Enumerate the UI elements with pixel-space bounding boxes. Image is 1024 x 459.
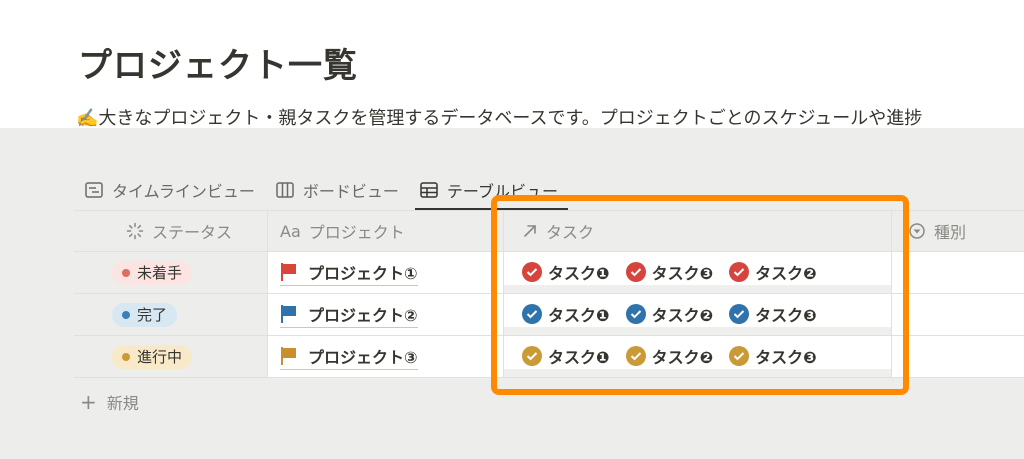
table-row[interactable]: 完了 プロジェクト② タスク❶ タスク❷ タスク❸ (74, 294, 1024, 336)
tab-table-view[interactable]: テーブルビュー (414, 172, 569, 210)
status-cell[interactable]: 完了 (74, 294, 268, 335)
task-link[interactable]: タスク❸ (729, 302, 817, 328)
row-shade (504, 327, 891, 335)
table-icon (419, 180, 439, 200)
table-row[interactable]: 未着手 プロジェクト① タスク❶ タスク❸ タスク❷ (74, 252, 1024, 294)
table-header-row: ステータス Aa プロジェクト タスク 種別 (74, 210, 1024, 252)
task-name: タスク❶ (548, 263, 610, 283)
kind-cell[interactable] (892, 336, 1024, 377)
status-badge: 進行中 (112, 344, 193, 369)
task-link[interactable]: タスク❶ (522, 344, 610, 370)
check-icon (522, 303, 542, 324)
view-tabs: タイムラインビュー ボードビュー テーブルビュー (80, 172, 574, 210)
tab-label: タイムラインビュー (112, 182, 255, 201)
project-link[interactable]: プロジェクト② (280, 302, 418, 328)
task-cell[interactable]: タスク❶ タスク❷ タスク❸ (504, 294, 892, 335)
column-label: タスク (546, 223, 595, 242)
kind-cell[interactable] (892, 294, 1024, 335)
task-link[interactable]: タスク❸ (729, 344, 817, 370)
column-label: 種別 (934, 223, 967, 242)
page-header: プロジェクト一覧 ✍️大きなプロジェクト・親タスクを管理するデータベースです。プ… (0, 0, 1024, 129)
project-name: プロジェクト① (308, 263, 418, 283)
task-cell[interactable]: タスク❶ タスク❷ タスク❸ (504, 336, 892, 377)
title-prop-icon: Aa (280, 221, 301, 241)
column-header-task[interactable]: タスク (504, 211, 892, 251)
status-badge: 未着手 (112, 260, 193, 285)
column-label: ステータス (152, 223, 233, 242)
row-shade (504, 285, 891, 293)
status-dot (122, 352, 130, 361)
loading-icon (126, 222, 144, 240)
task-link[interactable]: タスク❶ (522, 302, 610, 328)
task-name: タスク❷ (755, 263, 817, 283)
project-name: プロジェクト③ (308, 347, 418, 367)
task-cell[interactable]: タスク❶ タスク❸ タスク❷ (504, 252, 892, 293)
status-cell[interactable]: 進行中 (74, 336, 268, 377)
board-icon (275, 180, 295, 200)
task-name: タスク❶ (548, 347, 610, 367)
check-icon (522, 261, 542, 282)
check-icon (729, 303, 750, 324)
row-shade (504, 369, 891, 377)
task-name: タスク❸ (755, 347, 817, 367)
new-row-button[interactable]: + 新規 (80, 390, 139, 414)
task-name: タスク❸ (755, 305, 817, 325)
status-dot (122, 310, 130, 319)
status-badge: 完了 (112, 302, 178, 327)
check-icon (625, 261, 646, 282)
status-cell[interactable]: 未着手 (74, 252, 268, 293)
tab-timeline-view[interactable]: タイムラインビュー (80, 172, 265, 208)
project-table: ステータス Aa プロジェクト タスク 種別 未着手 プロジェクト① タスク❶ … (74, 210, 1024, 378)
task-name: タスク❶ (548, 305, 610, 325)
task-name: タスク❷ (651, 305, 714, 325)
task-name: タスク❷ (651, 347, 714, 367)
tab-label: ボードビュー (302, 182, 399, 201)
new-row-label: 新規 (106, 394, 139, 413)
check-icon (625, 345, 646, 366)
project-link[interactable]: プロジェクト① (280, 260, 418, 286)
check-icon (625, 303, 646, 324)
column-header-project[interactable]: Aa プロジェクト (268, 211, 504, 251)
status-text: 未着手 (137, 264, 183, 282)
tab-label: テーブルビュー (446, 182, 558, 201)
project-name: プロジェクト② (308, 305, 418, 325)
project-cell[interactable]: プロジェクト① (268, 252, 504, 293)
task-name: タスク❸ (651, 263, 714, 283)
tab-board-view[interactable]: ボードビュー (271, 172, 409, 208)
database-panel: タイムラインビュー ボードビュー テーブルビュー ステータス Aa プロジェクト… (0, 128, 1024, 459)
project-cell[interactable]: プロジェクト② (268, 294, 504, 335)
timeline-icon (84, 180, 104, 200)
project-cell[interactable]: プロジェクト③ (268, 336, 504, 377)
check-icon (729, 345, 750, 366)
task-link[interactable]: タスク❷ (729, 260, 817, 286)
project-link[interactable]: プロジェクト③ (280, 344, 418, 370)
column-header-kind[interactable]: 種別 (892, 211, 1024, 251)
task-link[interactable]: タスク❸ (625, 260, 714, 286)
status-text: 進行中 (137, 348, 183, 366)
task-link[interactable]: タスク❷ (625, 302, 714, 328)
page-description: ✍️大きなプロジェクト・親タスクを管理するデータベースです。プロジェクトごとのス… (76, 108, 923, 129)
kind-cell[interactable] (892, 252, 1024, 293)
page-title: プロジェクト一覧 (78, 46, 358, 86)
check-icon (729, 261, 750, 282)
task-link[interactable]: タスク❷ (625, 344, 714, 370)
status-dot (122, 268, 130, 277)
flag-icon (280, 304, 298, 324)
task-link[interactable]: タスク❶ (522, 260, 610, 286)
table-row[interactable]: 進行中 プロジェクト③ タスク❶ タスク❷ タスク❸ (74, 336, 1024, 378)
column-header-status[interactable]: ステータス (74, 211, 268, 251)
relation-arrow-icon (522, 223, 538, 239)
plus-icon: + (80, 390, 97, 414)
flag-icon (280, 262, 298, 282)
flag-icon (280, 346, 298, 366)
column-label: プロジェクト (308, 223, 405, 242)
select-prop-icon (908, 222, 926, 240)
check-icon (522, 345, 542, 366)
status-text: 完了 (137, 306, 168, 324)
